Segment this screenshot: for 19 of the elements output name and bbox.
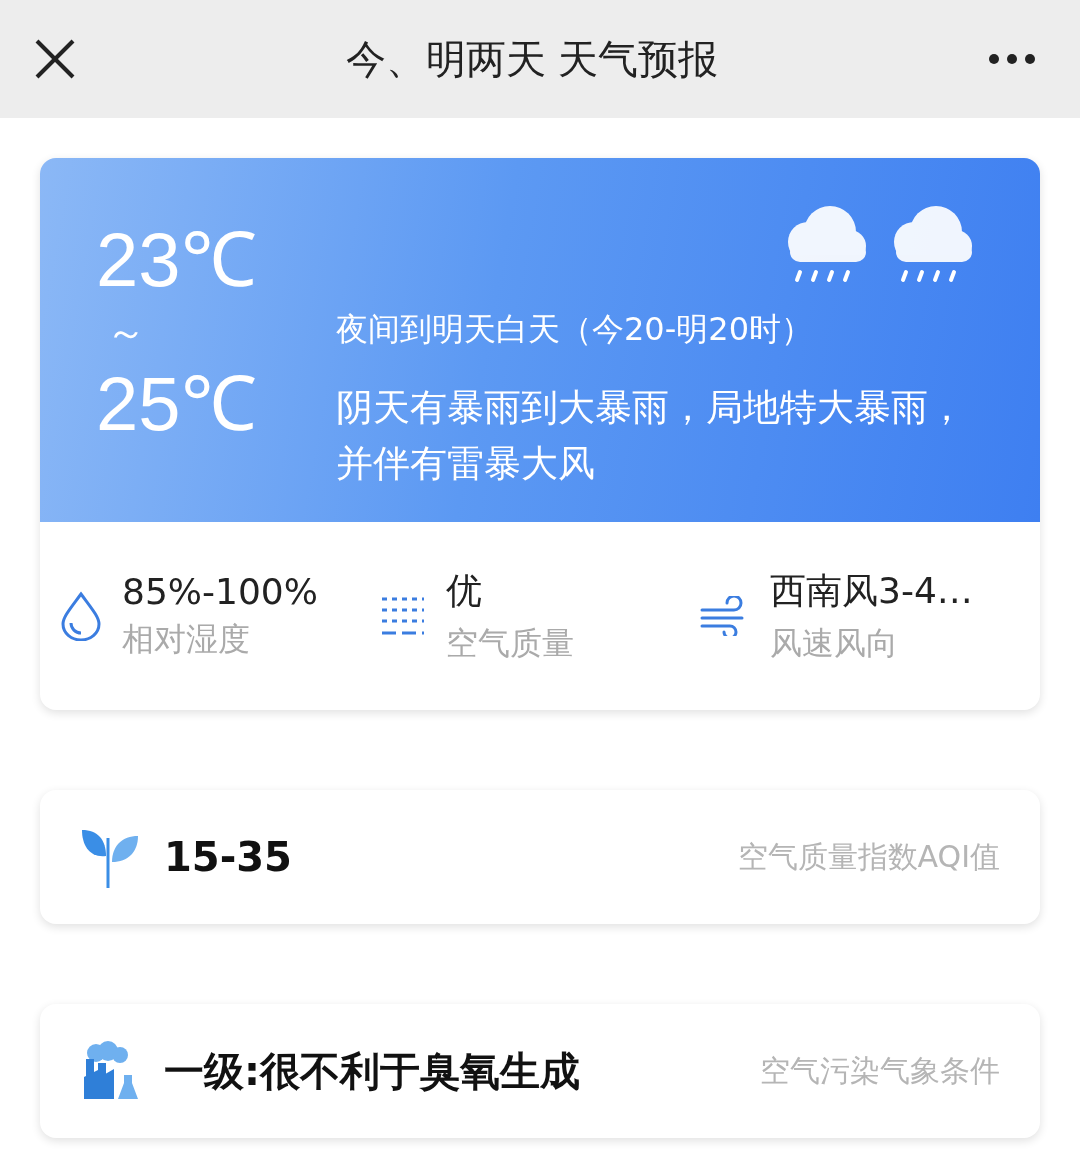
page-title: 今、明两天 天气预报 (345, 34, 719, 84)
low-temperature: 23℃ (96, 218, 258, 302)
forecast-period: 夜间到明天白天（今20-明20时） (336, 309, 814, 350)
close-icon (34, 38, 76, 80)
info-value: 15-35 (164, 834, 293, 880)
detail-label: 空气质量 (446, 622, 574, 664)
high-temperature: 25℃ (96, 362, 258, 446)
more-icon (988, 53, 1036, 65)
detail-value: 85%-100% (122, 570, 318, 612)
forecast-description: 阴天有暴雨到大暴雨，局地特大暴雨，并伴有雷暴大风 (336, 385, 966, 487)
detail-label: 相对湿度 (122, 618, 251, 660)
info-label: 空气污染气象条件 (760, 1051, 1000, 1090)
detail-value: 西南风3-4… (770, 568, 973, 613)
range-separator: ～ (105, 308, 147, 357)
detail-value: 优 (446, 568, 483, 613)
info-label: 空气质量指数AQI值 (737, 837, 1000, 876)
water-drop-icon (60, 591, 102, 641)
info-value: 一级:很不利于臭氧生成 (164, 1046, 581, 1096)
detail-label: 风速风向 (770, 622, 899, 664)
